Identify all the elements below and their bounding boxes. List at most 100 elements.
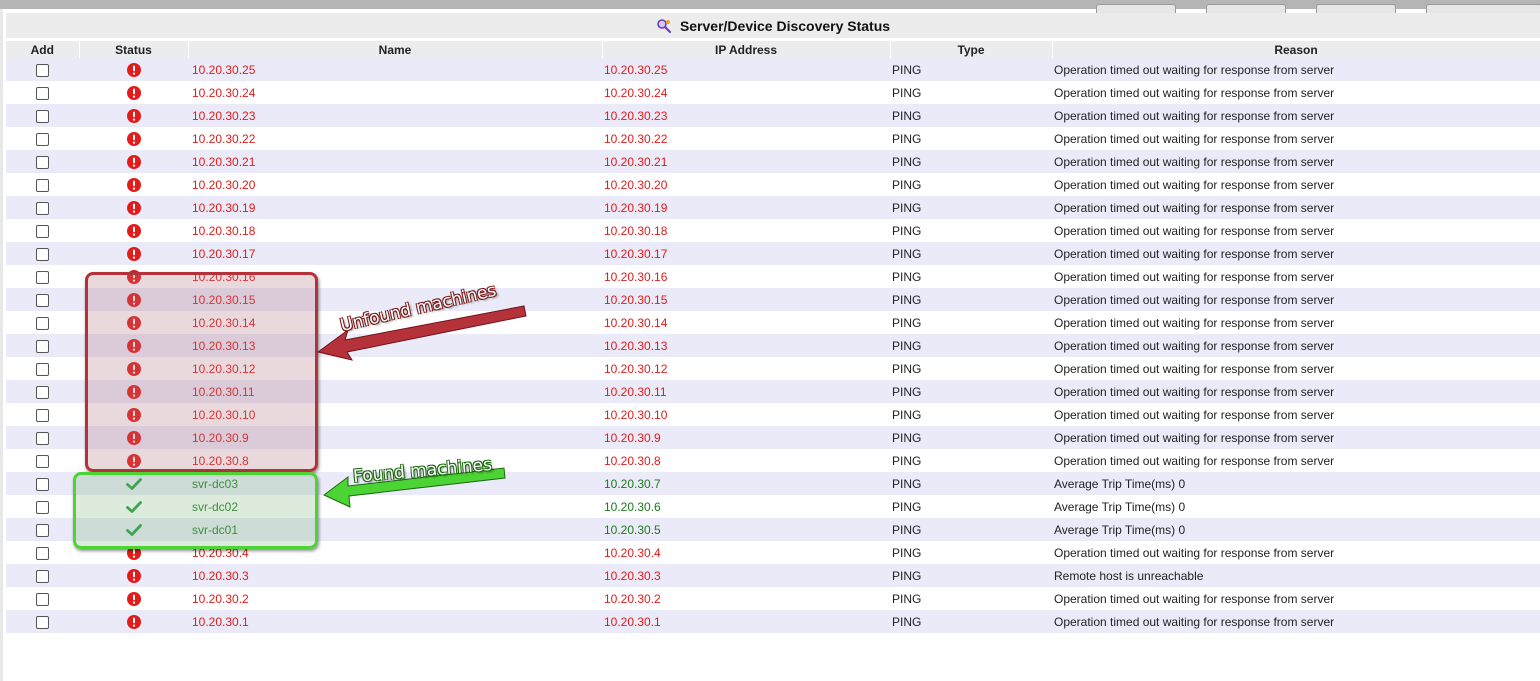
add-checkbox[interactable]: [36, 431, 49, 445]
add-cell: [6, 426, 79, 449]
type-cell: PING: [890, 587, 1052, 610]
add-checkbox[interactable]: [36, 109, 49, 123]
add-cell: [6, 334, 79, 357]
reason-cell: Operation timed out waiting for response…: [1052, 127, 1540, 150]
add-cell: [6, 541, 79, 564]
add-cell: [6, 219, 79, 242]
add-checkbox[interactable]: [36, 201, 49, 215]
name-cell: 10.20.30.25: [188, 58, 602, 81]
error-exclamation-icon: [126, 223, 141, 238]
type-cell: PING: [890, 196, 1052, 219]
add-checkbox[interactable]: [36, 408, 49, 422]
add-checkbox[interactable]: [36, 155, 49, 169]
status-cell: [79, 58, 188, 81]
type-cell: PING: [890, 150, 1052, 173]
name-cell: 10.20.30.20: [188, 173, 602, 196]
type-cell: PING: [890, 380, 1052, 403]
add-checkbox[interactable]: [36, 454, 49, 468]
ip-cell: 10.20.30.3: [602, 564, 890, 587]
ip-cell: 10.20.30.25: [602, 58, 890, 81]
table-row[interactable]: 10.20.30.20 10.20.30.20 PING Operation time…: [6, 173, 1540, 196]
discover-magnifier-icon: [656, 18, 672, 34]
type-cell: PING: [890, 242, 1052, 265]
add-checkbox[interactable]: [36, 316, 49, 330]
table-row[interactable]: 10.20.30.3 10.20.30.3 PING Remote host is u…: [6, 564, 1540, 587]
col-header-add[interactable]: Add: [6, 41, 80, 58]
name-cell: 10.20.30.2: [188, 587, 602, 610]
table-row[interactable]: 10.20.30.22 10.20.30.22 PING Operation time…: [6, 127, 1540, 150]
add-checkbox[interactable]: [36, 132, 49, 146]
type-cell: PING: [890, 265, 1052, 288]
status-cell: [79, 173, 188, 196]
add-checkbox[interactable]: [36, 178, 49, 192]
toolbar-tab[interactable]: [1426, 4, 1540, 13]
reason-cell: Operation timed out waiting for response…: [1052, 403, 1540, 426]
name-cell: 10.20.30.21: [188, 150, 602, 173]
add-checkbox[interactable]: [36, 615, 49, 629]
ip-cell: 10.20.30.6: [602, 495, 890, 518]
col-header-reason[interactable]: Reason: [1052, 41, 1540, 58]
table-row[interactable]: 10.20.30.2 10.20.30.2 PING Operation timed …: [6, 587, 1540, 610]
add-checkbox[interactable]: [36, 523, 49, 537]
name-cell: 10.20.30.23: [188, 104, 602, 127]
table-row[interactable]: 10.20.30.21 10.20.30.21 PING Operation time…: [6, 150, 1540, 173]
type-cell: PING: [890, 564, 1052, 587]
name-cell: 10.20.30.3: [188, 564, 602, 587]
error-exclamation-icon: [126, 154, 141, 169]
col-header-ip[interactable]: IP Address: [602, 41, 891, 58]
type-cell: PING: [890, 357, 1052, 380]
reason-cell: Operation timed out waiting for response…: [1052, 81, 1540, 104]
table-row[interactable]: 10.20.30.1 10.20.30.1 PING Operation timed …: [6, 610, 1540, 633]
add-cell: [6, 173, 79, 196]
status-cell: [79, 587, 188, 610]
add-checkbox[interactable]: [36, 385, 49, 399]
table-row[interactable]: 10.20.30.23 10.20.30.23 PING Operation time…: [6, 104, 1540, 127]
table-row[interactable]: 10.20.30.17 10.20.30.17 PING Operation time…: [6, 242, 1540, 265]
reason-cell: Operation timed out waiting for response…: [1052, 311, 1540, 334]
toolbar-tab[interactable]: [1096, 4, 1176, 13]
name-cell: 10.20.30.17: [188, 242, 602, 265]
ip-cell: 10.20.30.17: [602, 242, 890, 265]
add-checkbox[interactable]: [36, 270, 49, 284]
reason-cell: Average Trip Time(ms) 0: [1052, 495, 1540, 518]
status-cell: [79, 564, 188, 587]
add-checkbox[interactable]: [36, 477, 49, 491]
add-checkbox[interactable]: [36, 569, 49, 583]
add-checkbox[interactable]: [36, 546, 49, 560]
add-checkbox[interactable]: [36, 500, 49, 514]
toolbar-tab[interactable]: [1316, 4, 1396, 13]
ip-cell: 10.20.30.8: [602, 449, 890, 472]
add-checkbox[interactable]: [36, 63, 49, 77]
add-checkbox[interactable]: [36, 86, 49, 100]
col-header-type[interactable]: Type: [890, 41, 1053, 58]
add-checkbox[interactable]: [36, 339, 49, 353]
table-row[interactable]: 10.20.30.18 10.20.30.18 PING Operation time…: [6, 219, 1540, 242]
add-checkbox[interactable]: [36, 362, 49, 376]
add-checkbox[interactable]: [36, 293, 49, 307]
ip-cell: 10.20.30.16: [602, 265, 890, 288]
table-row[interactable]: 10.20.30.19 10.20.30.19 PING Operation time…: [6, 196, 1540, 219]
table-row[interactable]: 10.20.30.25 10.20.30.25 PING Operation time…: [6, 58, 1540, 81]
error-exclamation-icon: [126, 568, 141, 583]
type-cell: PING: [890, 104, 1052, 127]
add-checkbox[interactable]: [36, 592, 49, 606]
ip-cell: 10.20.30.11: [602, 380, 890, 403]
ip-cell: 10.20.30.9: [602, 426, 890, 449]
type-cell: PING: [890, 219, 1052, 242]
reason-cell: Operation timed out waiting for response…: [1052, 150, 1540, 173]
table-row[interactable]: 10.20.30.24 10.20.30.24 PING Operation time…: [6, 81, 1540, 104]
reason-cell: Operation timed out waiting for response…: [1052, 380, 1540, 403]
name-cell: 10.20.30.1: [188, 610, 602, 633]
reason-cell: Operation timed out waiting for response…: [1052, 288, 1540, 311]
add-checkbox[interactable]: [36, 247, 49, 261]
error-exclamation-icon: [126, 177, 141, 192]
ip-cell: 10.20.30.7: [602, 472, 890, 495]
error-exclamation-icon: [126, 108, 141, 123]
col-header-status[interactable]: Status: [79, 41, 189, 58]
add-cell: [6, 449, 79, 472]
toolbar-tab[interactable]: [1206, 4, 1286, 13]
add-checkbox[interactable]: [36, 224, 49, 238]
add-cell: [6, 127, 79, 150]
reason-cell: Remote host is unreachable: [1052, 564, 1540, 587]
col-header-name[interactable]: Name: [188, 41, 603, 58]
